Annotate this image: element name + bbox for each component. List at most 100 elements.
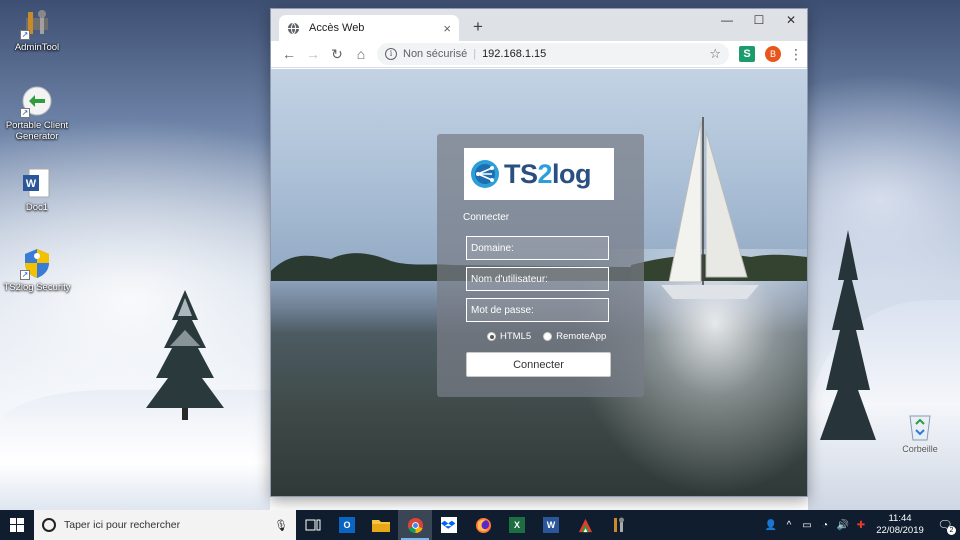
- pdf-app-icon: [578, 518, 592, 532]
- outlook-icon: O: [339, 517, 355, 533]
- globe-icon: [287, 22, 300, 34]
- minimize-button[interactable]: —: [711, 9, 743, 31]
- pine-tree-right: [820, 230, 876, 440]
- desktop-icon-label: TS2log Security: [3, 282, 71, 293]
- username-placeholder: Nom d'utilisateur:: [471, 273, 548, 285]
- login-heading: Connecter: [463, 212, 510, 223]
- firefox-icon: [475, 517, 491, 533]
- notification-count: 2: [947, 526, 956, 535]
- address-bar[interactable]: i Non sécurisé | 192.168.1.15 ☆: [377, 43, 729, 65]
- window-controls: — ☐ ✕: [711, 9, 807, 31]
- tab-close-icon[interactable]: ×: [443, 21, 451, 36]
- clock-date: 22/08/2019: [876, 525, 924, 536]
- portable-client-generator-icon: ↗: [20, 84, 54, 118]
- address-separator: |: [473, 48, 477, 60]
- system-tray: 👤 ^ ▭ ◔ 🔊 ✚ 11:44 22/08/2019 🗨 2: [762, 510, 960, 540]
- admintool-tools-icon: [614, 517, 624, 532]
- word-document-icon: W: [20, 166, 54, 200]
- ts2log-tray-icon[interactable]: ✚: [852, 520, 870, 531]
- domain-placeholder: Domaine:: [471, 242, 514, 254]
- connect-button[interactable]: Connecter: [466, 352, 611, 377]
- chrome-icon: [407, 517, 423, 533]
- username-field[interactable]: Nom d'utilisateur:: [466, 267, 609, 291]
- tab-acces-web[interactable]: Accès Web ×: [279, 15, 459, 41]
- taskbar-dropbox[interactable]: [432, 510, 466, 540]
- task-view-icon: [305, 519, 321, 531]
- action-center-button[interactable]: 🗨 2: [930, 510, 960, 540]
- desktop-icon-doc1[interactable]: W Doc1: [1, 166, 73, 213]
- svg-text:W: W: [26, 178, 37, 190]
- desktop-icon-label: AdminTool: [14, 42, 60, 53]
- browser-window: Accès Web × + — ☐ ✕ ← → ↻ ⌂ i Non sécuri…: [270, 8, 808, 497]
- connection-mode: HTML5 RemoteApp: [487, 331, 606, 342]
- desktop-icon-admintool[interactable]: ↗ AdminTool: [1, 6, 73, 53]
- radio-html5-label: HTML5: [500, 331, 532, 342]
- cortana-icon: [42, 518, 56, 532]
- page-viewport: TS2log Connecter Domaine: Nom d'utilisat…: [271, 69, 807, 496]
- pine-tree: [146, 290, 224, 420]
- people-icon[interactable]: 👤: [762, 520, 780, 531]
- excel-icon: X: [509, 517, 525, 533]
- taskbar-word[interactable]: W: [534, 510, 568, 540]
- profile-avatar[interactable]: B: [765, 46, 781, 62]
- desktop-icon-recycle-bin[interactable]: Corbeille: [894, 410, 946, 454]
- admintool-icon: ↗: [20, 6, 54, 40]
- back-button[interactable]: ←: [277, 46, 301, 62]
- security-status: Non sécurisé: [403, 48, 468, 60]
- close-button[interactable]: ✕: [775, 9, 807, 31]
- password-placeholder: Mot de passe:: [471, 304, 534, 316]
- taskbar-clock[interactable]: 11:44 22/08/2019: [870, 513, 930, 537]
- menu-kebab-icon[interactable]: ⋮: [789, 47, 803, 61]
- new-tab-button[interactable]: +: [467, 17, 489, 37]
- radio-html5[interactable]: [487, 332, 496, 341]
- domain-field[interactable]: Domaine:: [466, 236, 609, 260]
- taskbar-admintool[interactable]: [602, 510, 636, 540]
- search-placeholder: Taper ici pour rechercher: [64, 519, 181, 531]
- battery-icon[interactable]: ▭: [798, 520, 816, 531]
- info-icon[interactable]: i: [385, 48, 397, 60]
- tab-strip: Accès Web × + — ☐ ✕: [271, 9, 807, 41]
- shortcut-arrow-icon: ↗: [20, 270, 30, 280]
- taskbar-outlook[interactable]: O: [330, 510, 364, 540]
- forward-button[interactable]: →: [301, 46, 325, 62]
- taskbar-chrome[interactable]: [398, 510, 432, 540]
- taskbar-excel[interactable]: X: [500, 510, 534, 540]
- folder-icon: [372, 520, 390, 532]
- sailboat: [661, 117, 759, 299]
- start-button[interactable]: [0, 510, 34, 540]
- radio-remoteapp-label: RemoteApp: [556, 331, 607, 342]
- login-panel: TS2log Connecter Domaine: Nom d'utilisat…: [437, 134, 644, 397]
- desktop-icon-label: Doc1: [25, 202, 49, 213]
- network-icon[interactable]: ◔: [816, 520, 834, 531]
- extension-icon[interactable]: S: [739, 46, 755, 62]
- taskbar-firefox[interactable]: [466, 510, 500, 540]
- ts2log-logo-icon: [471, 160, 499, 188]
- taskbar-acrobat[interactable]: [568, 510, 602, 540]
- taskbar-search[interactable]: Taper ici pour rechercher 🎙: [34, 510, 296, 540]
- radio-remoteapp[interactable]: [543, 332, 553, 341]
- logo-wordmark: TS2log: [504, 158, 592, 189]
- taskbar-task-view[interactable]: [296, 510, 330, 540]
- bookmark-star-icon[interactable]: ☆: [709, 46, 721, 62]
- maximize-button[interactable]: ☐: [743, 9, 775, 31]
- microphone-icon[interactable]: 🎙: [274, 519, 288, 532]
- clock-time: 11:44: [888, 513, 912, 524]
- word-icon: W: [543, 517, 559, 533]
- desktop-icon-label: Portable Client Generator: [5, 120, 69, 142]
- browser-toolbar: ← → ↻ ⌂ i Non sécurisé | 192.168.1.15 ☆ …: [271, 41, 807, 68]
- volume-icon[interactable]: 🔊: [834, 520, 852, 531]
- show-hidden-icons-chevron-icon[interactable]: ^: [780, 520, 798, 531]
- dropbox-icon: [441, 517, 457, 533]
- windows-logo-icon: [10, 518, 24, 532]
- reload-button[interactable]: ↻: [325, 46, 349, 63]
- security-shield-icon: ↗: [20, 246, 54, 280]
- ts2log-logo: TS2log: [464, 148, 614, 200]
- recycle-bin-icon: [909, 415, 931, 441]
- shortcut-arrow-icon: ↗: [20, 30, 30, 40]
- desktop-icon-ts2log-security[interactable]: ↗ TS2log Security: [1, 246, 73, 293]
- home-button[interactable]: ⌂: [349, 46, 373, 62]
- desktop-icon-portable-client-generator[interactable]: ↗ Portable Client Generator: [1, 84, 73, 142]
- taskbar-file-explorer[interactable]: [364, 510, 398, 540]
- taskbar: Taper ici pour rechercher 🎙 O X W 👤 ^ ▭ …: [0, 510, 960, 540]
- password-field[interactable]: Mot de passe:: [466, 298, 609, 322]
